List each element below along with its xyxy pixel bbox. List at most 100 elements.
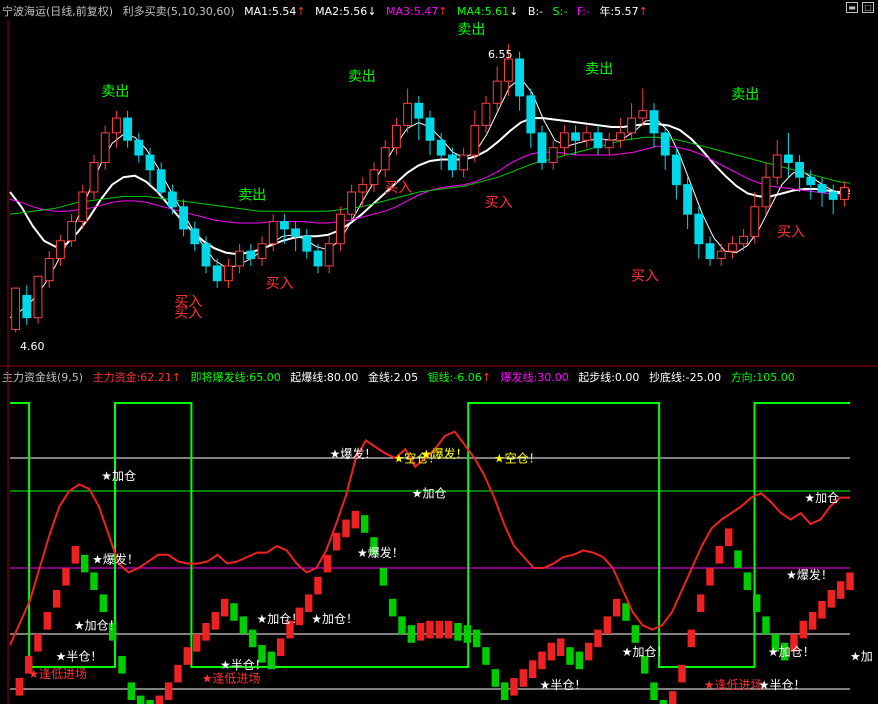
candle-down <box>279 221 289 230</box>
sell-signal: 卖出 <box>731 87 759 103</box>
candle-up <box>391 124 401 149</box>
candle-down <box>436 139 446 156</box>
sell-signal: 卖出 <box>348 69 376 85</box>
candle-down <box>134 139 144 156</box>
candle-down <box>447 154 457 171</box>
candle-down <box>190 228 200 245</box>
fund-bar <box>444 620 453 639</box>
fund-bar <box>659 700 668 704</box>
fund-bar <box>752 594 761 612</box>
fund-bar <box>808 612 817 630</box>
signal-marker: ★加仓 <box>101 469 136 483</box>
candle-down <box>806 176 816 186</box>
signal-marker: ★加 <box>850 649 873 663</box>
fund-bar <box>62 568 70 586</box>
fund-bar <box>762 616 770 634</box>
fund-bar <box>454 623 462 641</box>
signal-marker: ★爆发！ <box>786 567 833 582</box>
candle-up <box>380 147 390 171</box>
candle-up <box>559 132 569 149</box>
candle-down <box>694 213 704 245</box>
candle-down <box>526 95 536 134</box>
fund-bar <box>538 651 546 670</box>
signal-marker: ★加仓 <box>804 491 839 505</box>
signal-marker: ★逢低进场 <box>28 667 87 681</box>
fund-bar <box>650 682 658 700</box>
candle-down <box>828 191 838 200</box>
ma-line-3 <box>9 145 851 224</box>
fund-bar <box>491 669 500 687</box>
signal-marker: ★加仓！ <box>622 645 669 659</box>
fund-bar <box>687 629 696 648</box>
buy-signal: 买入 <box>174 306 202 322</box>
fund-bar <box>715 546 724 564</box>
candle-down <box>671 154 681 186</box>
signal-marker: ★空仓！ <box>494 451 541 465</box>
fund-bar <box>276 638 285 656</box>
candle-down <box>145 154 155 171</box>
fund-bar <box>183 647 192 665</box>
candle-up <box>459 154 469 171</box>
fund-bar <box>836 581 845 599</box>
fund-bar <box>584 642 593 661</box>
fund-bar <box>239 616 248 634</box>
fund-bar <box>136 695 145 704</box>
price-high-label: 6.55 <box>488 48 513 61</box>
fund-bar <box>696 594 705 612</box>
fund-bar <box>118 656 126 674</box>
signal-marker: ★逢低进场 <box>202 671 261 685</box>
candle-up <box>548 147 558 163</box>
candle-down <box>246 250 256 260</box>
fund-bar <box>388 598 397 617</box>
candle-down <box>302 235 312 252</box>
fund-bar <box>556 638 565 656</box>
fund-bar <box>351 510 360 529</box>
buy-signal: 买入 <box>266 276 294 292</box>
fund-bar <box>426 620 434 639</box>
fund-bar <box>34 634 42 652</box>
sell-signal: 卖出 <box>457 22 485 38</box>
fund-bar <box>846 572 854 590</box>
signal-marker: ★爆发！ <box>92 552 139 567</box>
candle-down <box>795 161 805 178</box>
fund-bar <box>360 515 369 533</box>
candle-down <box>571 132 581 141</box>
candle-up <box>503 58 513 82</box>
buy-signal: 买入 <box>485 195 513 211</box>
fund-bar <box>827 590 836 608</box>
fund-bar <box>267 651 276 670</box>
fund-bar <box>174 664 182 683</box>
candle-up <box>716 250 726 260</box>
fund-bar <box>398 616 406 634</box>
signal-marker: ★加仓！ <box>257 612 304 626</box>
fund-bar <box>164 682 173 700</box>
candle-down <box>179 206 189 230</box>
fund-bar <box>463 625 472 643</box>
candle-up <box>100 132 110 163</box>
fund-bar <box>622 603 630 621</box>
fund-bar <box>314 576 322 595</box>
fund-bar <box>15 678 24 696</box>
fund-bar <box>230 603 238 621</box>
candle-down <box>515 58 525 97</box>
candle-up <box>772 154 782 178</box>
candle-up <box>324 243 334 267</box>
fund-bar <box>342 519 350 538</box>
candle-up <box>257 243 267 260</box>
signal-marker: ★半仓！ <box>220 658 267 672</box>
candle-down <box>705 243 715 260</box>
signal-marker: ★爆发！ <box>330 446 377 461</box>
fund-bar <box>52 590 61 608</box>
buy-signal: 买入 <box>777 224 805 240</box>
candle-down <box>212 265 222 282</box>
candle-up <box>369 169 379 186</box>
fund-bar <box>192 634 201 652</box>
fund-bar <box>99 594 108 612</box>
fund-bar <box>80 554 89 573</box>
fund-bar <box>220 598 229 617</box>
candle-down <box>22 294 32 319</box>
candle-up <box>44 258 54 282</box>
signal-marker: ★加仓！ <box>311 612 358 626</box>
signal-marker: ★逢低进场 <box>704 678 763 692</box>
candle-up <box>839 187 849 200</box>
